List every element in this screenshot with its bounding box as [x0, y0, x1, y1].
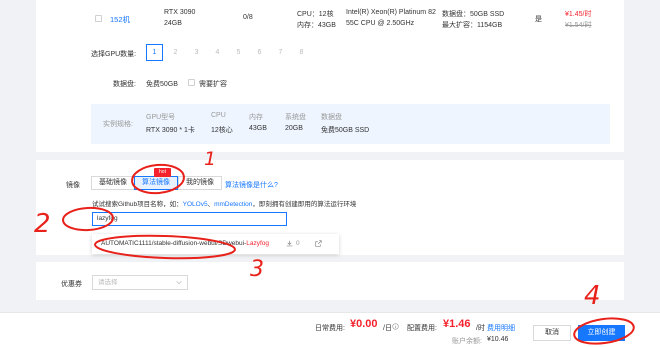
machine-price: ¥1.45/时	[565, 11, 592, 18]
daily-fee-unit: /日	[383, 325, 392, 332]
gpu-free-count: 0/8	[243, 14, 253, 21]
info-icon[interactable]	[392, 323, 399, 330]
gpu-count-option-1[interactable]: 1	[146, 44, 163, 61]
image-search-input[interactable]: lazyfog	[92, 212, 287, 226]
chevron-down-icon	[176, 281, 182, 285]
cancel-button[interactable]: 取消	[533, 325, 571, 341]
tab-algorithm-image[interactable]: 算法镜像	[134, 176, 178, 190]
gpu-count-label: 选择GPU数量:	[91, 51, 137, 58]
cpu-model-line1: Intel(R) Xeon(R) Platinum 82	[346, 9, 436, 16]
spec-summary	[91, 104, 610, 144]
data-disk-size: 数据盘：50GB SSD	[442, 11, 505, 18]
algorithm-image-help-link[interactable]: 算法镜像是什么?	[225, 180, 278, 190]
data-disk-value: 免费50GB	[146, 81, 178, 88]
spec-value-system-disk: 20GB	[285, 125, 303, 132]
gpu-count-option-5[interactable]: 5	[230, 44, 247, 61]
spec-row-label: 实例规格:	[103, 121, 133, 128]
config-fee-label: 配置费用:	[407, 325, 437, 332]
search-hint: 试试搜索Github项目名称，如：YOLOv5、mmDetection，即刻拥有…	[92, 198, 356, 208]
search-result-downloads: 0	[296, 240, 300, 247]
download-icon	[286, 240, 293, 247]
daily-fee-value: ¥0.00	[350, 318, 378, 330]
spec-header-cpu: CPU	[211, 112, 226, 119]
search-hint-suffix: ，即刻拥有创建即用的算法运行环境	[252, 201, 357, 208]
coupon-label: 优惠券	[61, 281, 82, 288]
spec-header-system-disk: 系统盘	[285, 114, 306, 121]
tab-my-image[interactable]: 我的镜像	[178, 176, 222, 190]
spec-value-memory: 43GB	[249, 125, 267, 132]
hot-badge: hot	[154, 168, 171, 177]
cpu-model-line2: 55C CPU @ 2.50GHz	[346, 20, 415, 27]
image-label: 镜像	[66, 182, 80, 189]
gpu-count-option-6[interactable]: 6	[251, 44, 268, 61]
search-result-match: Lazyfog	[246, 240, 270, 247]
spec-header-data-disk: 数据盘	[321, 114, 342, 121]
spec-value-data-disk: 免费50GB SSD	[321, 127, 370, 134]
gpu-count-option-3[interactable]: 3	[188, 44, 205, 61]
tab-base-image[interactable]: 基础镜像	[91, 176, 135, 190]
coupon-select[interactable]: 请选择	[92, 275, 188, 290]
machine-name[interactable]: 152机	[110, 14, 130, 25]
machine-original-price: ¥1.54/时	[565, 22, 592, 29]
memory: 内存：43GB	[297, 22, 336, 29]
spec-header-gpu: GPU型号	[146, 114, 176, 121]
balance-value: ¥10.46	[487, 336, 509, 343]
balance-label: 账户余额:	[452, 338, 482, 345]
gpu-count-option-7[interactable]: 7	[272, 44, 289, 61]
search-result-path: AUTOMATIC1111/stable-diffusion-webui/SDw…	[101, 240, 247, 247]
cpu-cores: CPU：12核	[297, 11, 334, 18]
spec-value-gpu: RTX 3090 * 1卡	[146, 127, 195, 134]
gpu-memory: 24GB	[164, 20, 182, 27]
gpu-count-option-2[interactable]: 2	[167, 44, 184, 61]
external-link-icon[interactable]	[315, 240, 322, 247]
search-result-dropdown: AUTOMATIC1111/stable-diffusion-webui/SDw…	[92, 234, 339, 254]
create-now-button[interactable]: 立即创建	[578, 325, 625, 341]
search-result-item[interactable]: AUTOMATIC1111/stable-diffusion-webui/SDw…	[101, 240, 269, 247]
config-fee-unit: /时	[476, 325, 485, 332]
expand-checkbox[interactable]	[188, 79, 195, 86]
expandable-flag: 是	[535, 16, 542, 23]
hint-link-mmdetection[interactable]: mmDetection	[214, 201, 252, 208]
hint-link-yolov5[interactable]: YOLOv5	[183, 201, 208, 208]
gpu-count-option-8[interactable]: 8	[293, 44, 310, 61]
config-fee-value: ¥1.46	[443, 318, 471, 330]
data-disk-label: 数据盘:	[113, 81, 136, 88]
gpu-model: RTX 3090	[164, 9, 196, 16]
gpu-count-option-4[interactable]: 4	[209, 44, 226, 61]
machine-radio[interactable]	[95, 15, 102, 22]
expand-checkbox-label[interactable]: 需要扩容	[199, 79, 227, 89]
daily-fee-label: 日常费用:	[315, 325, 345, 332]
spec-header-memory: 内存	[249, 114, 263, 121]
fee-detail-link[interactable]: 费用明细	[487, 323, 515, 333]
spec-value-cpu: 12核心	[211, 127, 233, 134]
search-hint-prefix: 试试搜索Github项目名称，如：	[92, 201, 183, 208]
max-expand: 最大扩容：1154GB	[442, 22, 503, 29]
